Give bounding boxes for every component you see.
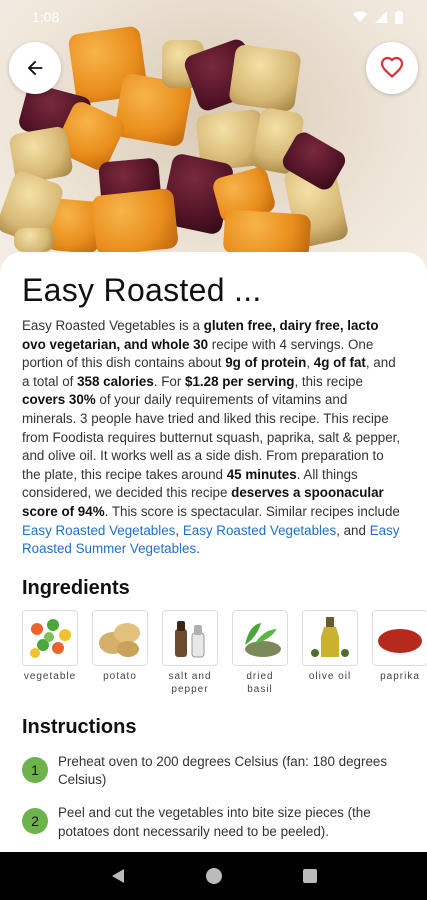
- ingredient-item[interactable]: salt and pepper: [162, 609, 218, 696]
- summary-text: Easy Roasted Vegetables is a: [22, 318, 204, 333]
- summary-highlight: 358 calories: [77, 373, 154, 389]
- recipe-hero-image: [0, 0, 427, 290]
- instructions-list: 1 Preheat oven to 200 degrees Celsius (fa…: [22, 753, 405, 841]
- ingredient-label: potato: [103, 670, 137, 682]
- paprika-icon: [372, 609, 427, 666]
- mixed-vegetables-icon: [22, 609, 78, 666]
- step-text: Preheat oven to 200 degrees Celsius (fan…: [58, 753, 388, 788]
- summary-text: . This score is spectacular. Similar rec…: [104, 503, 400, 519]
- status-bar: 1:08: [0, 0, 427, 34]
- dried-basil-icon: [232, 609, 288, 666]
- favorite-button[interactable]: [366, 42, 418, 94]
- step-number-badge: 2: [22, 807, 48, 834]
- instruction-step: 1 Preheat oven to 200 degrees Celsius (fa…: [22, 753, 405, 790]
- summary-highlight: covers 30%: [22, 392, 96, 408]
- recipe-title: Easy Roasted ...: [22, 272, 262, 308]
- nav-back-icon[interactable]: [109, 867, 127, 885]
- ingredients-heading: Ingredients: [22, 576, 130, 599]
- wifi-icon: [353, 11, 367, 22]
- similar-recipe-link[interactable]: Easy Roasted Vegetables: [22, 523, 175, 538]
- summary-text: ,: [175, 522, 183, 538]
- instructions-heading: Instructions: [22, 715, 137, 738]
- summary-text: . For: [153, 373, 186, 389]
- summary-text: .: [196, 541, 200, 557]
- summary-highlight: 9g of protein: [225, 355, 307, 371]
- ingredients-list: vegetable potato salt and pepper dried basi…: [22, 609, 427, 696]
- instruction-step: 2 Peel and cut the vegetables into bite s…: [22, 804, 405, 841]
- recipe-summary: Easy Roasted Vegetables is a gluten free…: [22, 317, 405, 559]
- salt-pepper-icon: [162, 609, 218, 666]
- battery-icon: [395, 10, 403, 24]
- summary-text: , this recipe: [294, 373, 363, 389]
- status-time: 1:08: [32, 9, 60, 25]
- summary-highlight: $1.28 per serving: [185, 373, 295, 389]
- status-icons: [353, 10, 403, 24]
- summary-highlight: 4g of fat: [313, 355, 366, 371]
- cellular-signal-icon: [375, 11, 387, 23]
- recipe-detail-sheet: Easy Roasted ... Easy Roasted Vegetables…: [0, 252, 427, 852]
- ingredient-item[interactable]: paprika: [372, 609, 427, 696]
- similar-recipe-link[interactable]: Easy Roasted Vegetables: [183, 523, 336, 538]
- potato-icon: [92, 609, 148, 666]
- nav-recents-icon[interactable]: [302, 868, 318, 884]
- system-navigation-bar: [0, 852, 427, 900]
- ingredient-item[interactable]: potato: [92, 609, 148, 696]
- back-button[interactable]: [9, 42, 61, 94]
- ingredient-label: vegetable: [23, 670, 77, 682]
- ingredient-item[interactable]: olive oil: [302, 609, 358, 696]
- ingredient-label: dried basil: [246, 670, 274, 695]
- olive-oil-icon: [302, 609, 358, 666]
- nav-home-icon[interactable]: [205, 867, 223, 885]
- ingredient-label: salt and pepper: [168, 670, 212, 695]
- arrow-back-icon: [27, 60, 43, 76]
- ingredient-item[interactable]: vegetable: [22, 609, 78, 696]
- summary-highlight: 45 minutes: [226, 466, 297, 482]
- ingredient-label: paprika: [380, 670, 420, 682]
- step-number-badge: 1: [22, 756, 48, 783]
- ingredient-item[interactable]: dried basil: [232, 609, 288, 696]
- ingredient-label: olive oil: [308, 670, 352, 682]
- heart-outline-icon: [380, 56, 404, 79]
- summary-text: ,: [306, 355, 314, 371]
- summary-text: , and: [336, 522, 370, 538]
- step-text: Peel and cut the vegetables into bite si…: [58, 804, 371, 839]
